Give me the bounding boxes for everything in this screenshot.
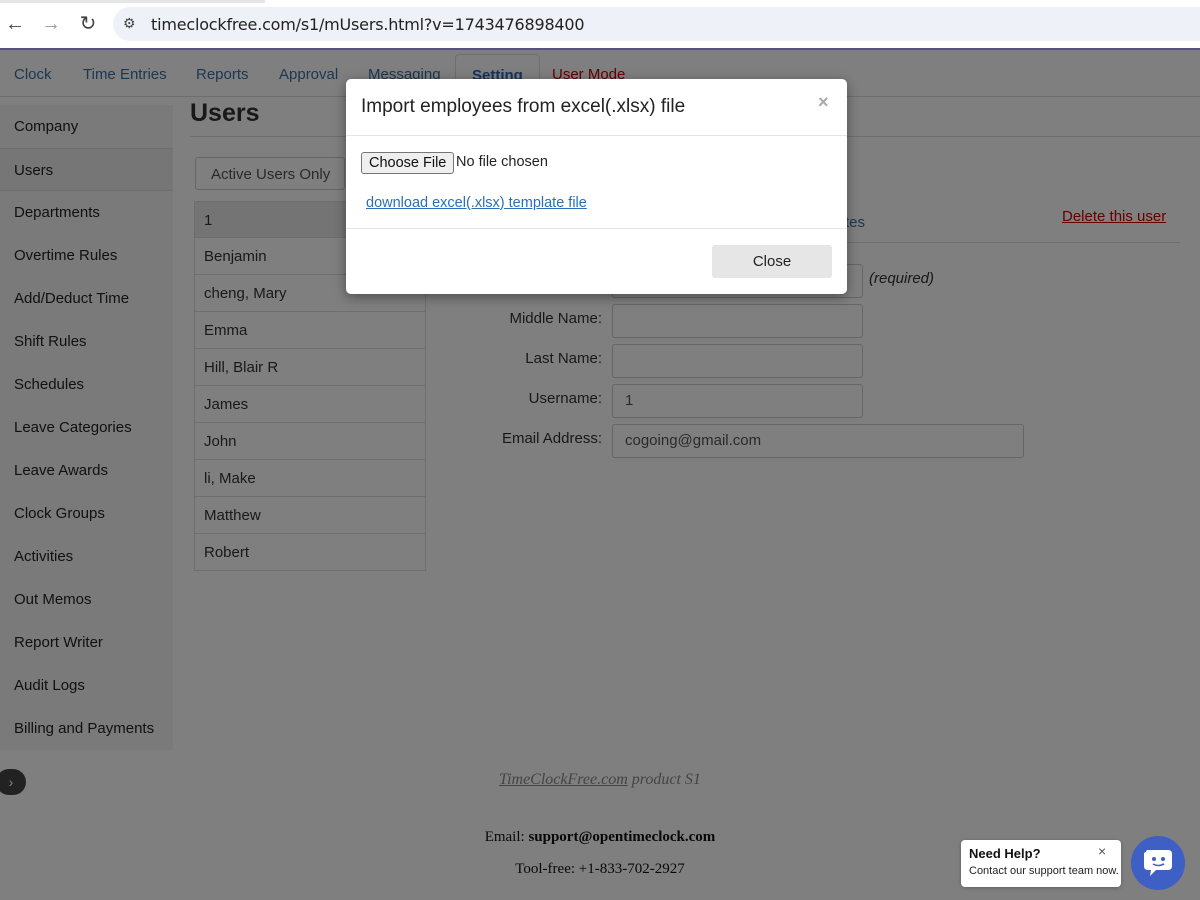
help-subtitle: Contact our support team now.: [969, 865, 1119, 877]
chat-bubble-icon[interactable]: [1131, 836, 1185, 890]
reload-icon[interactable]: ↻: [76, 12, 100, 36]
download-template-link[interactable]: download excel(.xlsx) template file: [366, 195, 587, 211]
address-bar[interactable]: ⚙ timeclockfree.com/s1/mUsers.html?v=174…: [113, 7, 1200, 41]
forward-arrow-icon[interactable]: →: [39, 12, 63, 36]
divider: [346, 135, 847, 136]
import-employees-modal: Import employees from excel(.xlsx) file …: [346, 79, 847, 294]
browser-toolbar: ← → ↻ ⚙ timeclockfree.com/s1/mUsers.html…: [0, 0, 1200, 50]
chat-bubble-glyph: [1144, 850, 1172, 876]
help-title: Need Help?: [969, 846, 1041, 861]
loading-bar: [0, 0, 265, 3]
url-text[interactable]: timeclockfree.com/s1/mUsers.html?v=17434…: [151, 15, 585, 34]
close-icon[interactable]: ×: [818, 92, 829, 113]
divider: [346, 228, 847, 229]
site-info-icon[interactable]: ⚙: [123, 15, 136, 32]
back-arrow-icon[interactable]: ←: [3, 12, 27, 36]
help-close-icon[interactable]: ×: [1098, 843, 1106, 859]
help-popup[interactable]: Need Help? Contact our support team now.…: [961, 840, 1121, 887]
close-button[interactable]: Close: [712, 245, 832, 278]
choose-file-button[interactable]: Choose File: [361, 152, 455, 174]
modal-title: Import employees from excel(.xlsx) file: [361, 96, 686, 117]
file-status-text: No file chosen: [456, 154, 548, 170]
